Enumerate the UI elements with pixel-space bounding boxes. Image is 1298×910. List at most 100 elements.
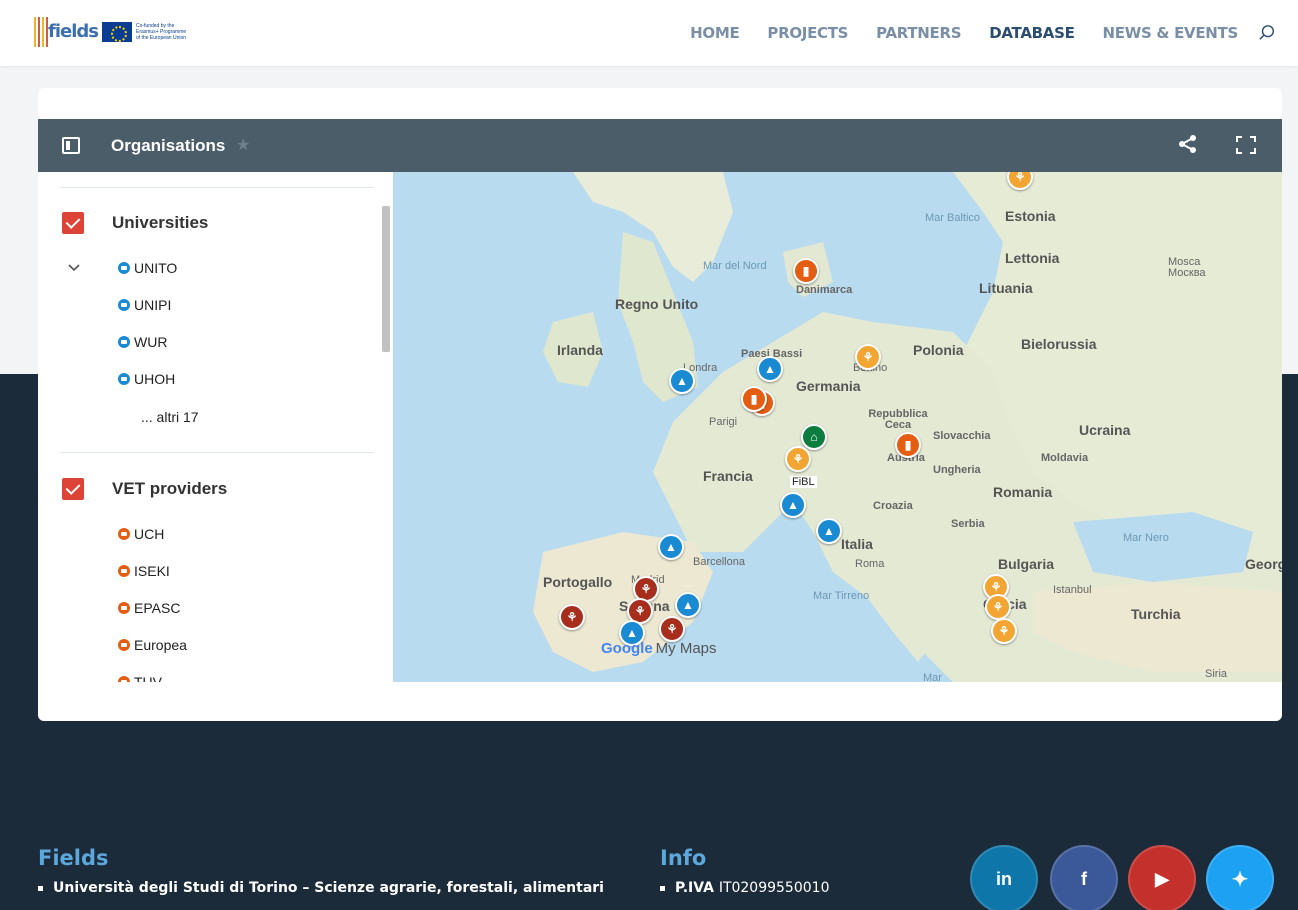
layer-name-vet-providers: VET providers [112, 479, 228, 498]
twitter-icon[interactable]: ✦ [1206, 845, 1274, 910]
book-icon[interactable]: ▮ [895, 432, 921, 458]
list-item[interactable]: Europea [118, 637, 187, 653]
graduation-cap-icon[interactable]: ▲ [816, 518, 842, 544]
graduation-cap-icon[interactable]: ▲ [658, 534, 684, 560]
facebook-icon[interactable]: f [1050, 845, 1118, 910]
map-label-lituania: Lituania [979, 280, 1033, 296]
map-label-francia: Francia [703, 468, 753, 484]
map-label-moldavia: Moldavia [1041, 452, 1089, 464]
graduation-cap-icon [118, 373, 130, 385]
map-label-irlanda: Irlanda [557, 342, 603, 358]
wheat-icon[interactable]: ⚘ [659, 616, 685, 642]
book-icon [118, 565, 130, 577]
footer-fields-heading: Fields [38, 846, 109, 870]
map-canvas[interactable]: Estonia Mar Baltico Lettonia Mosca Москв… [393, 172, 1282, 682]
my-maps-brand: My Maps [655, 640, 717, 657]
footer-info-heading: Info [660, 846, 707, 870]
linkedin-icon[interactable]: in [970, 845, 1038, 910]
list-item[interactable]: TUV [118, 674, 162, 682]
list-item[interactable]: UNITO [118, 260, 177, 276]
government-building-icon[interactable]: ⌂ [801, 424, 827, 450]
list-item[interactable]: EPASC [118, 600, 180, 616]
map-label-mar: Mar [923, 672, 942, 682]
list-item[interactable]: UCH [118, 526, 164, 542]
map-label-mar-del-nord: Mar del Nord [703, 260, 767, 272]
map-label-barcellona: Barcellona [693, 556, 745, 568]
wheat-icon[interactable]: ⚘ [785, 446, 811, 472]
map-label-turchia: Turchia [1131, 606, 1181, 622]
legend-divider [60, 187, 374, 188]
share-icon[interactable] [1178, 134, 1198, 154]
legend-scrollbar[interactable] [382, 206, 390, 352]
map-label-croazia: Croazia [873, 500, 913, 512]
graduation-cap-icon [118, 336, 130, 348]
more-items-link[interactable]: ... altri 17 [141, 409, 199, 425]
book-icon [118, 676, 130, 682]
map-label-germania: Germania [796, 378, 861, 394]
list-item[interactable]: WUR [118, 334, 167, 350]
graduation-cap-icon[interactable]: ▲ [780, 492, 806, 518]
layer-universities[interactable]: Universities [62, 212, 208, 234]
map-label-fibl: FiBL [790, 476, 817, 488]
nav-news-events[interactable]: NEWS & EVENTS [1103, 24, 1239, 42]
footer-fields-line[interactable]: Università degli Studi di Torino – Scien… [38, 880, 604, 896]
book-icon [118, 639, 130, 651]
nav-database[interactable]: DATABASE [989, 24, 1075, 42]
google-my-maps-logo: Google My Maps [601, 640, 717, 657]
chevron-down-icon[interactable] [68, 264, 80, 272]
map-label-estonia: Estonia [1005, 208, 1056, 224]
nav-partners[interactable]: PARTNERS [876, 24, 961, 42]
graduation-cap-icon [118, 299, 130, 311]
map-title: Organisations [111, 136, 226, 155]
map-label-repubblica-ceca: Repubblica Ceca [868, 408, 928, 431]
graduation-cap-icon [118, 262, 130, 274]
map-label-ucraina: Ucraina [1079, 422, 1131, 438]
toggle-panel-icon[interactable] [62, 137, 80, 154]
eu-funding-text: Co-funded by the Erasmus+ Programme of t… [135, 23, 187, 41]
fields-logo-mark: fields [34, 17, 99, 47]
map-toolbar: Organisations ★ [38, 119, 1282, 172]
map-label-lettonia: Lettonia [1005, 250, 1060, 266]
map-label-mosca-ru: Москва [1168, 267, 1206, 279]
map-label-polonia: Polonia [913, 342, 964, 358]
wheat-icon[interactable]: ⚘ [855, 344, 881, 370]
map-label-regno-unito: Regno Unito [615, 296, 699, 312]
wheat-icon[interactable]: ⚘ [985, 594, 1011, 620]
star-icon[interactable]: ★ [236, 135, 250, 155]
graduation-cap-icon[interactable]: ▲ [757, 356, 783, 382]
list-item[interactable]: ISEKI [118, 563, 170, 579]
map-label-mar-baltico: Mar Baltico [925, 212, 981, 224]
nav-home[interactable]: HOME [690, 24, 740, 42]
footer-info-column: Info P.IVA IT02099550010 [660, 846, 829, 896]
book-icon [118, 528, 130, 540]
map-label-slovacchia: Slovacchia [933, 430, 991, 442]
footer-info-line: P.IVA IT02099550010 [660, 880, 829, 896]
map-label-georgia: Georg [1245, 556, 1282, 572]
map-label-istanbul: Istanbul [1053, 584, 1092, 596]
wheat-icon[interactable]: ⚘ [559, 604, 585, 630]
map-label-bielorussia: Bielorussia [1021, 336, 1097, 352]
layer-vet-providers[interactable]: VET providers [62, 478, 227, 500]
list-item[interactable]: UHOH [118, 371, 175, 387]
graduation-cap-icon[interactable]: ▲ [669, 368, 695, 394]
nav-projects[interactable]: PROJECTS [767, 24, 848, 42]
map-label-portogallo: Portogallo [543, 574, 613, 590]
map-card: Organisations ★ Universities UNITO UNIPI… [38, 88, 1282, 721]
youtube-icon[interactable]: ▶ [1128, 845, 1196, 910]
graduation-cap-icon[interactable]: ▲ [675, 592, 701, 618]
search-icon[interactable] [1258, 24, 1276, 42]
fields-logo[interactable]: fields Co-funded by the Erasmus+ Program… [34, 14, 188, 50]
fullscreen-icon[interactable] [1236, 136, 1256, 154]
universities-checkbox[interactable] [62, 212, 84, 234]
wheat-icon[interactable]: ⚘ [991, 618, 1017, 644]
map-label-italia: Italia [841, 536, 873, 552]
map-label-parigi: Parigi [709, 416, 738, 428]
main-nav: HOME PROJECTS PARTNERS DATABASE NEWS & E… [690, 24, 1238, 42]
footer-fields-column: Fields Università degli Studi di Torino … [38, 846, 604, 896]
map-label-mar-tirreno: Mar Tirreno [813, 590, 870, 602]
list-item[interactable]: UNIPI [118, 297, 171, 313]
book-icon[interactable]: ▮ [741, 386, 767, 412]
map-label-romania: Romania [993, 484, 1053, 500]
vet-providers-checkbox[interactable] [62, 478, 84, 500]
book-icon[interactable]: ▮ [793, 258, 819, 284]
